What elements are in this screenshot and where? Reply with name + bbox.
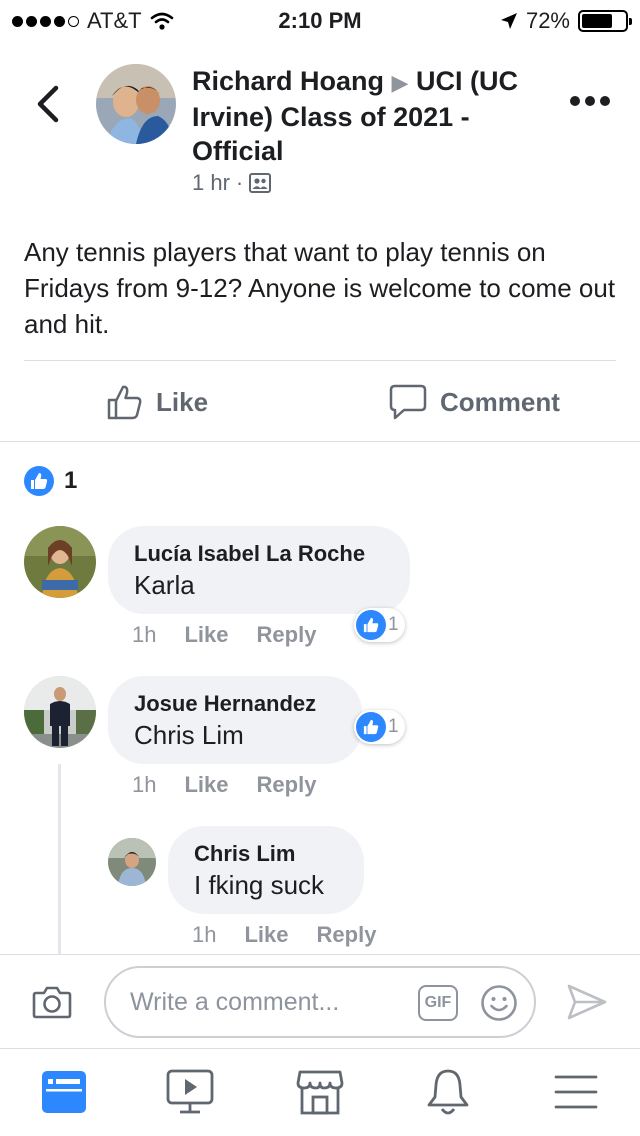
comment-reaction-badge[interactable]: 1 xyxy=(354,608,405,642)
comment-author[interactable]: Josue Hernandez xyxy=(134,690,336,718)
marketplace-icon[interactable] xyxy=(294,1066,346,1118)
comment-reaction-count: 1 xyxy=(388,614,399,635)
thumbs-up-icon xyxy=(107,385,142,420)
comment-text: Chris Lim xyxy=(134,720,244,750)
emoji-icon[interactable] xyxy=(480,984,518,1022)
camera-icon[interactable] xyxy=(32,984,72,1020)
reply-author[interactable]: Chris Lim xyxy=(194,840,338,868)
more-options-icon[interactable] xyxy=(570,96,610,106)
divider xyxy=(0,1048,640,1049)
gif-button[interactable]: GIF xyxy=(418,985,458,1021)
avatar[interactable] xyxy=(24,526,96,598)
divider xyxy=(0,954,640,955)
battery-fill xyxy=(582,14,613,28)
like-reaction-icon xyxy=(356,712,386,742)
battery-percent: 72% xyxy=(525,8,570,33)
comment-like-button[interactable]: Like xyxy=(184,622,228,648)
reply-thread-line xyxy=(58,764,61,954)
meta-separator: · xyxy=(235,170,244,195)
comment-reaction-count: 1 xyxy=(388,716,399,737)
comment-bubble[interactable]: Lucía Isabel La Roche Karla xyxy=(108,526,410,614)
reaction-count: 1 xyxy=(64,467,78,494)
comment-button-label: Comment xyxy=(440,386,560,417)
status-bar: AT&T 2:10 PM 72% xyxy=(0,0,640,40)
like-button-label: Like xyxy=(156,386,209,417)
comment-author[interactable]: Lucía Isabel La Roche xyxy=(134,540,384,568)
comment-text: Karla xyxy=(134,570,195,600)
divider xyxy=(0,441,640,442)
divider xyxy=(24,360,616,361)
comment-bubble-icon xyxy=(389,384,427,420)
comment-actions: 1h Like Reply xyxy=(132,622,316,648)
battery-icon xyxy=(578,10,632,32)
comment-bubble[interactable]: Josue Hernandez Chris Lim xyxy=(108,676,362,764)
reactions-summary[interactable]: 1 xyxy=(24,466,77,496)
comment-input[interactable]: Write a comment... xyxy=(104,966,536,1038)
shared-to-arrow-icon: ▶ xyxy=(391,70,409,95)
status-right-group: 72% xyxy=(500,8,632,34)
news-feed-icon[interactable] xyxy=(38,1066,90,1118)
location-arrow-icon xyxy=(500,13,517,29)
watch-video-icon[interactable] xyxy=(164,1066,216,1118)
reply-time[interactable]: 1h xyxy=(192,922,216,948)
reply-actions: 1h Like Reply xyxy=(192,922,376,948)
post-body: Any tennis players that want to play ten… xyxy=(24,237,616,339)
comment-time[interactable]: 1h xyxy=(132,622,156,648)
reply-like-button[interactable]: Like xyxy=(244,922,288,948)
avatar[interactable] xyxy=(24,676,96,748)
like-reaction-icon xyxy=(24,466,54,496)
comment-reply-button[interactable]: Reply xyxy=(257,772,317,798)
like-button[interactable]: Like xyxy=(106,378,208,426)
menu-icon[interactable] xyxy=(550,1066,602,1118)
comment-reply-button[interactable]: Reply xyxy=(257,622,317,648)
send-icon[interactable] xyxy=(566,982,608,1022)
comment-input-placeholder: Write a comment... xyxy=(130,987,340,1016)
author-name[interactable]: Richard Hoang xyxy=(192,66,384,96)
back-chevron-icon[interactable] xyxy=(32,84,68,124)
comment-actions: 1h Like Reply xyxy=(132,772,316,798)
author-avatar[interactable] xyxy=(96,64,176,144)
post-time[interactable]: 1 hr xyxy=(192,170,230,196)
comment-reaction-badge[interactable]: 1 xyxy=(354,710,405,744)
group-members-icon xyxy=(249,173,272,193)
like-reaction-icon xyxy=(356,610,386,640)
comment-time[interactable]: 1h xyxy=(132,772,156,798)
reply-reply-button[interactable]: Reply xyxy=(317,922,377,948)
reply-bubble[interactable]: Chris Lim I fking suck xyxy=(168,826,364,914)
post-meta: 1 hr · xyxy=(192,170,272,196)
comment-button[interactable]: Comment xyxy=(388,378,560,426)
post-title[interactable]: Richard Hoang ▶ UCI (UC Irvine) Class of… xyxy=(192,64,562,168)
notifications-bell-icon[interactable] xyxy=(422,1066,474,1118)
reply-text: I fking suck xyxy=(194,870,325,900)
avatar[interactable] xyxy=(108,838,156,886)
comment-like-button[interactable]: Like xyxy=(184,772,228,798)
